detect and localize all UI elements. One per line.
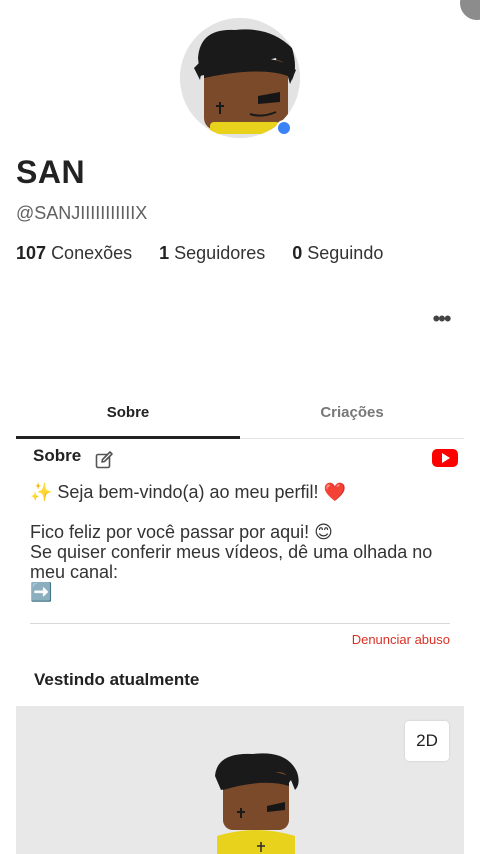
about-section: Sobre ✨ Seja bem-vindo(a) ao meu perfil!… <box>16 438 464 666</box>
toggle-2d-button[interactable]: 2D <box>405 721 449 761</box>
divider <box>30 623 450 624</box>
connections-stat[interactable]: 107 Conexões <box>16 243 132 264</box>
close-corner-button[interactable] <box>460 0 480 20</box>
connections-label: Conexões <box>51 243 133 263</box>
avatar-container[interactable] <box>180 18 300 138</box>
youtube-icon[interactable] <box>432 449 458 467</box>
display-name: SAN <box>16 154 86 190</box>
report-abuse-link[interactable]: Denunciar abuso <box>352 632 450 647</box>
about-bio: ✨ Seja bem-vindo(a) ao meu perfil! ❤️ Fi… <box>30 482 433 602</box>
following-count: 0 <box>292 243 303 263</box>
following-stat[interactable]: 0 Seguindo <box>292 243 383 264</box>
avatar-3d-image <box>215 753 299 854</box>
more-options-icon[interactable]: ••• <box>428 306 454 332</box>
followers-count: 1 <box>159 243 170 263</box>
about-title: Sobre <box>33 446 82 465</box>
username: @SANJIIIIIIIIIIIX <box>16 203 148 223</box>
tab-criacoes[interactable]: Criações <box>240 386 464 438</box>
online-status-indicator <box>276 120 292 136</box>
profile-stats: 107 Conexões 1 Seguidores 0 Seguindo <box>16 243 383 264</box>
tab-sobre[interactable]: Sobre <box>16 386 240 439</box>
edit-icon[interactable] <box>94 450 114 470</box>
avatar-3d-viewer[interactable]: 2D <box>16 706 464 854</box>
followers-stat[interactable]: 1 Seguidores <box>159 243 265 264</box>
currently-wearing-title: Vestindo atualmente <box>34 670 200 689</box>
profile-tabs: Sobre Criações <box>16 386 464 439</box>
connections-count: 107 <box>16 243 47 263</box>
following-label: Seguindo <box>307 243 384 263</box>
followers-label: Seguidores <box>174 243 266 263</box>
